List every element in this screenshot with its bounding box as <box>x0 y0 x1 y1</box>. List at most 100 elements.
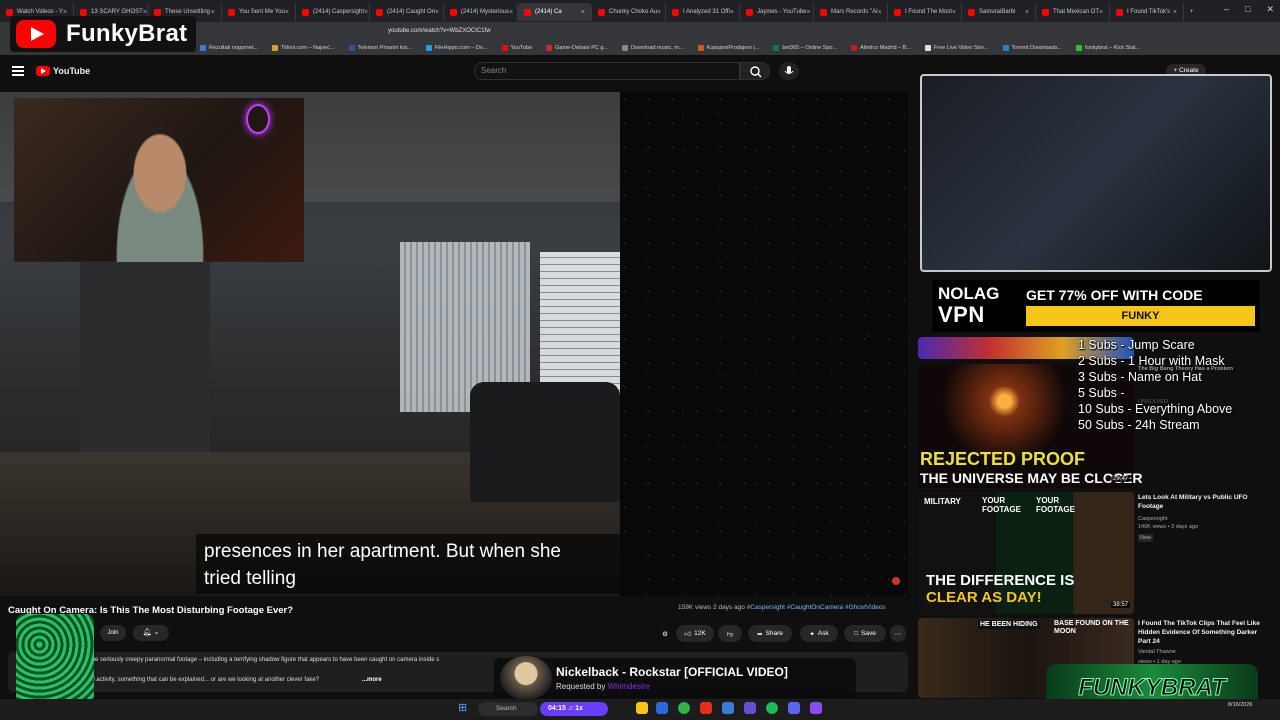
video-tags[interactable]: #Caspersight #CaughtOnCamera #GhostVideo… <box>747 604 886 611</box>
tab-close-icon[interactable]: × <box>509 9 513 16</box>
bookmark-item[interactable]: Atletico Madrid – B... <box>851 44 911 51</box>
brave-icon[interactable] <box>700 702 712 714</box>
browser-tab[interactable]: SamuraiBarbi × <box>962 3 1036 21</box>
browser-tab[interactable]: That Mexican OT × <box>1036 3 1110 21</box>
edge-icon[interactable] <box>722 702 734 714</box>
tab-close-icon[interactable]: × <box>364 9 368 16</box>
bookmark-item[interactable]: KupujemProdajem |... <box>697 44 759 51</box>
tab-close-icon[interactable]: × <box>63 9 67 16</box>
bookmark-label: Free Live Video Stre... <box>933 44 989 51</box>
sidebar-video-channel[interactable]: Vandal Thawne <box>1138 648 1176 656</box>
twitch-icon[interactable] <box>810 702 822 714</box>
bookmark-item[interactable]: YouTube <box>501 44 532 51</box>
like-button[interactable]: 👍︎ 12K <box>676 625 714 642</box>
bookmark-item[interactable]: bet365 – Online Spo... <box>773 44 837 51</box>
tab-close-icon[interactable]: × <box>581 9 585 16</box>
bell-icon: 🔔︎ <box>142 629 152 636</box>
hamburger-menu-icon[interactable] <box>12 66 24 76</box>
tab-close-icon[interactable]: × <box>952 9 956 16</box>
thumbs-down-icon: 👎︎ <box>726 630 734 638</box>
tab-close-icon[interactable]: × <box>1025 9 1029 16</box>
bookmark-item[interactable]: Free Live Video Stre... <box>924 44 989 51</box>
browser-tab[interactable]: I Analyzed 31 Offi × <box>666 3 740 21</box>
browser-tab[interactable]: I Found TikTok's × <box>1110 3 1184 21</box>
media-timer[interactable]: 04:15 ♫ 1x <box>540 702 608 716</box>
bookmark-label: Game-Debate PC g... <box>555 44 609 51</box>
browser-tab-label: Chunky Choko Au <box>609 9 658 15</box>
sidebar-video-title[interactable]: Lets Look At Military vs Public UFO Foot… <box>1138 493 1268 511</box>
chrome-icon[interactable] <box>678 702 690 714</box>
bookmark-item[interactable]: Download music, m... <box>622 44 684 51</box>
browser-tab[interactable]: I Found The Most × <box>888 3 962 21</box>
tab-close-icon[interactable]: × <box>1099 9 1103 16</box>
bookmark-item[interactable]: Telemon Privatni kor... <box>348 44 412 51</box>
tab-close-icon[interactable]: × <box>806 9 810 16</box>
sidebar-video-channel[interactable]: Caspersight <box>1138 515 1167 523</box>
save-button[interactable]: □ Save <box>844 625 886 642</box>
bookmark-label: Atletico Madrid – B... <box>860 44 911 51</box>
maximize-icon[interactable]: □ <box>1245 4 1250 15</box>
youtube-header <box>0 58 910 86</box>
bookmark-label: Torrent Downloads... <box>1011 44 1062 51</box>
close-icon[interactable]: ✕ <box>1266 4 1274 15</box>
tab-close-icon[interactable]: × <box>730 9 734 16</box>
browser-tab[interactable]: (2414) Mysterious × <box>444 3 518 21</box>
tab-close-icon[interactable]: × <box>285 9 289 16</box>
ask-button[interactable]: ✦ Ask <box>800 625 838 642</box>
join-button[interactable]: Join <box>100 625 126 641</box>
bookmark-item[interactable]: Titlovi.com – Najveć... <box>271 44 335 51</box>
file-explorer-icon[interactable] <box>636 702 648 714</box>
windows-start-icon[interactable]: ⊞ <box>458 702 470 714</box>
browser-tab[interactable]: Chunky Choko Au × <box>592 3 666 21</box>
browser-tab[interactable]: You Sent Me You × <box>222 3 296 21</box>
chevron-down-icon: ⌄ <box>153 629 160 636</box>
tab-close-icon[interactable]: × <box>877 9 881 16</box>
teams-icon[interactable] <box>744 702 756 714</box>
tab-close-icon[interactable]: × <box>211 9 215 16</box>
bookmark-item[interactable]: Rezultati nogomet... <box>200 44 258 51</box>
tab-close-icon[interactable]: × <box>1173 9 1177 16</box>
browser-tab-label: (2414) Mysterious <box>461 9 510 15</box>
bookmark-item[interactable]: Torrent Downloads... <box>1002 44 1062 51</box>
description-more-link[interactable]: ...more <box>362 677 382 683</box>
voice-search-button[interactable] <box>779 62 799 80</box>
bookmark-item[interactable]: FileHippo.com – Do... <box>425 44 488 51</box>
browser-tab[interactable]: (2414) Caught On × <box>370 3 444 21</box>
discord-icon[interactable] <box>788 702 800 714</box>
browser-tab[interactable]: (2414) Ca × <box>518 3 592 21</box>
search-input[interactable]: Search <box>474 62 740 80</box>
url-field[interactable]: youtube.com/watch?v=WbZXOCIC1fw <box>370 25 870 37</box>
dislike-button[interactable]: 👎︎ <box>718 625 742 642</box>
browser-tab[interactable]: Mars Records "Al × <box>814 3 888 21</box>
taskbar-search[interactable]: Search <box>478 702 538 716</box>
spotify-icon[interactable] <box>766 702 778 714</box>
bookmark-item[interactable]: funkybrat – Kick Stat... <box>1075 44 1140 51</box>
vpn-offer: GET 77% OFF WITH CODE <box>1026 287 1203 303</box>
notification-bell-button[interactable]: 🔔︎ ⌄ <box>133 625 169 641</box>
plus-icon: + <box>1173 67 1178 74</box>
vpn-code: FUNKY <box>1026 306 1255 326</box>
tab-close-icon[interactable]: × <box>143 9 147 16</box>
search-button[interactable] <box>740 62 770 80</box>
now-playing-requested: Requested by Whimdesire <box>556 682 650 691</box>
youtube-favicon-icon <box>80 8 87 16</box>
timer-value: 04:15 <box>548 705 566 712</box>
browser-tab[interactable]: (2414) Caspersight × <box>296 3 370 21</box>
more-actions-button[interactable]: ⋯ <box>890 625 906 642</box>
browser-tab-label: Jaymes - YouTube <box>757 9 807 15</box>
gear-icon[interactable]: ⚙ <box>658 625 672 642</box>
bookmark-favicon-icon <box>271 44 278 51</box>
video-duration: 29:47 <box>1111 476 1131 482</box>
youtube-logo[interactable]: YouTube <box>36 66 90 76</box>
browser-tab[interactable]: Jaymes - YouTube × <box>740 3 814 21</box>
store-icon[interactable] <box>656 702 668 714</box>
share-button[interactable]: ➦ Share <box>748 625 792 642</box>
bookmark-favicon-icon <box>200 44 206 51</box>
tab-close-icon[interactable]: × <box>657 9 661 16</box>
bookmark-label: Titlovi.com – Najveć... <box>280 44 335 51</box>
sidebar-video-title[interactable]: I Found The TikTok Clips That Feel Like … <box>1138 619 1268 646</box>
tab-close-icon[interactable]: × <box>435 9 439 16</box>
minimize-icon[interactable]: – <box>1224 4 1229 15</box>
new-tab-button[interactable]: + <box>1184 3 1200 21</box>
bookmark-item[interactable]: Game-Debate PC g... <box>546 44 609 51</box>
